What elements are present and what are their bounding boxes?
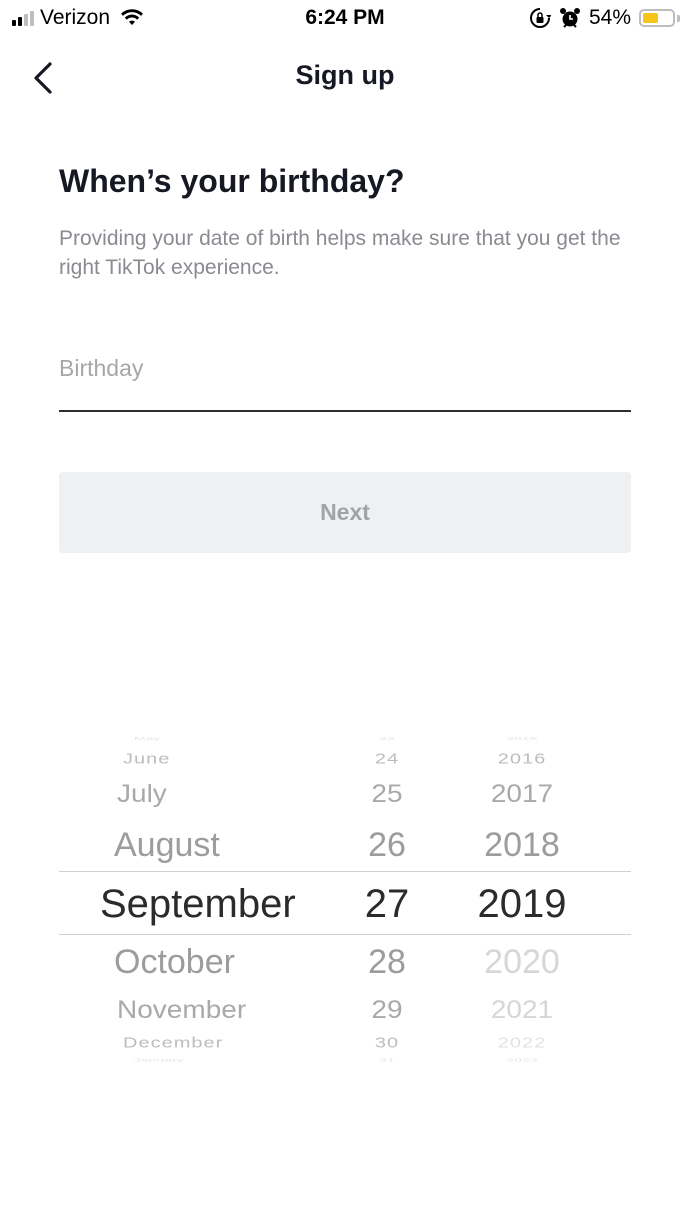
day-option[interactable]: 29 (349, 996, 425, 1025)
alarm-icon (559, 8, 580, 28)
birthday-input[interactable] (59, 345, 631, 382)
day-option[interactable]: 31 (349, 1057, 425, 1063)
headline: When’s your birthday? (59, 163, 405, 199)
year-option[interactable]: 2016 (449, 751, 595, 768)
month-option[interactable]: August (59, 826, 349, 865)
year-wheel[interactable]: 2015 2016 2017 2018 2019 2020 2021 2022 … (449, 730, 595, 1070)
year-option[interactable]: 2018 (449, 826, 595, 865)
status-bar: Verizon 6:24 PM 54% (0, 0, 690, 40)
date-picker[interactable]: May June July August September October N… (59, 730, 631, 1070)
year-option[interactable]: 2023 (449, 1057, 595, 1063)
month-wheel[interactable]: May June July August September October N… (59, 730, 349, 1070)
description-text: Providing your date of birth helps make … (59, 227, 621, 279)
year-option[interactable]: 2020 (449, 943, 595, 982)
month-option[interactable]: October (59, 943, 349, 982)
day-option[interactable]: 23 (349, 735, 425, 741)
month-option[interactable]: November (59, 996, 349, 1025)
month-option[interactable]: July (59, 780, 349, 809)
day-option[interactable]: 25 (349, 780, 425, 809)
day-option[interactable]: 26 (349, 826, 425, 865)
page-title: Sign up (295, 60, 395, 90)
battery-tip (677, 14, 680, 22)
battery-icon (639, 9, 675, 27)
year-option[interactable]: 2015 (449, 735, 595, 741)
month-option[interactable]: June (59, 751, 349, 768)
month-option[interactable]: December (59, 1035, 349, 1052)
month-option-selected[interactable]: September (59, 882, 349, 927)
day-wheel[interactable]: 23 24 25 26 27 28 29 30 31 (349, 730, 425, 1070)
year-option[interactable]: 2021 (449, 996, 595, 1025)
battery-percent: 54% (588, 6, 631, 29)
day-option[interactable]: 28 (349, 943, 425, 982)
month-option[interactable]: January (59, 1057, 349, 1063)
year-option[interactable]: 2017 (449, 780, 595, 809)
battery-fill (643, 13, 658, 23)
next-button[interactable]: Next (59, 472, 631, 553)
birthday-field[interactable] (59, 345, 631, 412)
status-bar-right: 54% (529, 6, 680, 30)
day-option[interactable]: 24 (349, 751, 425, 768)
year-option[interactable]: 2022 (449, 1035, 595, 1052)
year-option-selected[interactable]: 2019 (449, 882, 595, 927)
nav-bar: Sign up (0, 48, 690, 108)
day-option-selected[interactable]: 27 (349, 882, 425, 927)
month-option[interactable]: May (59, 735, 349, 741)
day-option[interactable]: 30 (349, 1035, 425, 1052)
rotation-lock-icon (530, 8, 551, 28)
